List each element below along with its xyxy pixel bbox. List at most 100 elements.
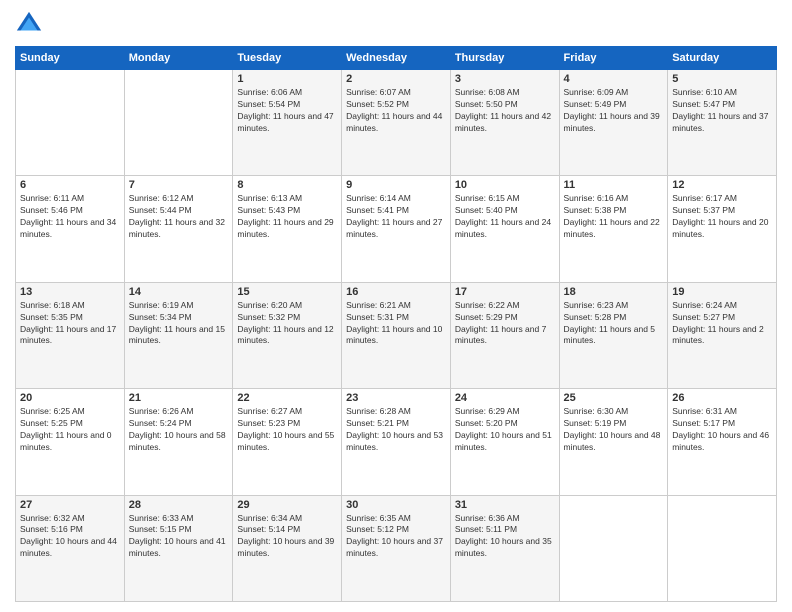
day-info: Sunrise: 6:19 AM Sunset: 5:34 PM Dayligh… (129, 300, 229, 348)
day-info: Sunrise: 6:28 AM Sunset: 5:21 PM Dayligh… (346, 406, 446, 454)
calendar-cell (16, 70, 125, 176)
day-number: 18 (564, 286, 664, 298)
calendar-cell: 15Sunrise: 6:20 AM Sunset: 5:32 PM Dayli… (233, 282, 342, 388)
calendar-cell: 2 Sunrise: 6:07 AM Sunset: 5:52 PM Daylig… (342, 70, 451, 176)
day-number: 28 (129, 499, 229, 511)
day-number: 10 (455, 179, 555, 191)
day-number: 23 (346, 392, 446, 404)
weekday-header-saturday: Saturday (668, 47, 777, 70)
day-number: 5 (672, 73, 772, 85)
day-number: 24 (455, 392, 555, 404)
calendar-cell: 6 Sunrise: 6:11 AM Sunset: 5:46 PM Daylig… (16, 176, 125, 282)
day-info: Sunrise: 6:33 AM Sunset: 5:15 PM Dayligh… (129, 513, 229, 561)
day-info: Sunrise: 6:09 AM Sunset: 5:49 PM Dayligh… (564, 87, 664, 135)
day-info: Sunrise: 6:34 AM Sunset: 5:14 PM Dayligh… (237, 513, 337, 561)
day-number: 15 (237, 286, 337, 298)
day-number: 1 (237, 73, 337, 85)
calendar-cell: 18 Sunrise: 6:23 AM Sunset: 5:28 PM Dayli… (559, 282, 668, 388)
calendar-week-row: 13Sunrise: 6:18 AM Sunset: 5:35 PM Dayli… (16, 282, 777, 388)
day-number: 22 (237, 392, 337, 404)
calendar-cell: 24 Sunrise: 6:29 AM Sunset: 5:20 PM Dayli… (450, 389, 559, 495)
day-number: 26 (672, 392, 772, 404)
calendar-cell: 9 Sunrise: 6:14 AM Sunset: 5:41 PM Daylig… (342, 176, 451, 282)
weekday-header-thursday: Thursday (450, 47, 559, 70)
day-info: Sunrise: 6:22 AM Sunset: 5:29 PM Dayligh… (455, 300, 555, 348)
calendar-cell: 29 Sunrise: 6:34 AM Sunset: 5:14 PM Dayli… (233, 495, 342, 601)
day-number: 4 (564, 73, 664, 85)
day-info: Sunrise: 6:15 AM Sunset: 5:40 PM Dayligh… (455, 193, 555, 241)
day-info: Sunrise: 6:12 AM Sunset: 5:44 PM Dayligh… (129, 193, 229, 241)
weekday-header-friday: Friday (559, 47, 668, 70)
calendar-cell: 1 Sunrise: 6:06 AM Sunset: 5:54 PM Daylig… (233, 70, 342, 176)
day-info: Sunrise: 6:25 AM Sunset: 5:25 PM Dayligh… (20, 406, 120, 454)
calendar-week-row: 6 Sunrise: 6:11 AM Sunset: 5:46 PM Daylig… (16, 176, 777, 282)
day-number: 3 (455, 73, 555, 85)
day-number: 6 (20, 179, 120, 191)
day-info: Sunrise: 6:29 AM Sunset: 5:20 PM Dayligh… (455, 406, 555, 454)
calendar-cell: 14 Sunrise: 6:19 AM Sunset: 5:34 PM Dayli… (124, 282, 233, 388)
day-info: Sunrise: 6:13 AM Sunset: 5:43 PM Dayligh… (237, 193, 337, 241)
day-number: 31 (455, 499, 555, 511)
calendar-table: SundayMondayTuesdayWednesdayThursdayFrid… (15, 46, 777, 602)
day-number: 29 (237, 499, 337, 511)
day-info: Sunrise: 6:32 AM Sunset: 5:16 PM Dayligh… (20, 513, 120, 561)
calendar-cell: 27 Sunrise: 6:32 AM Sunset: 5:16 PM Dayli… (16, 495, 125, 601)
day-number: 25 (564, 392, 664, 404)
calendar-cell: 3 Sunrise: 6:08 AM Sunset: 5:50 PM Daylig… (450, 70, 559, 176)
day-number: 14 (129, 286, 229, 298)
day-info: Sunrise: 6:26 AM Sunset: 5:24 PM Dayligh… (129, 406, 229, 454)
day-number: 16 (346, 286, 446, 298)
weekday-header-monday: Monday (124, 47, 233, 70)
calendar-header-row: SundayMondayTuesdayWednesdayThursdayFrid… (16, 47, 777, 70)
logo-icon (15, 10, 43, 38)
weekday-header-wednesday: Wednesday (342, 47, 451, 70)
calendar-cell: 26 Sunrise: 6:31 AM Sunset: 5:17 PM Dayli… (668, 389, 777, 495)
calendar-week-row: 27 Sunrise: 6:32 AM Sunset: 5:16 PM Dayli… (16, 495, 777, 601)
page: SundayMondayTuesdayWednesdayThursdayFrid… (0, 0, 792, 612)
day-number: 12 (672, 179, 772, 191)
day-info: Sunrise: 6:31 AM Sunset: 5:17 PM Dayligh… (672, 406, 772, 454)
day-number: 2 (346, 73, 446, 85)
day-info: Sunrise: 6:36 AM Sunset: 5:11 PM Dayligh… (455, 513, 555, 561)
calendar-cell: 5 Sunrise: 6:10 AM Sunset: 5:47 PM Daylig… (668, 70, 777, 176)
day-number: 7 (129, 179, 229, 191)
calendar-cell: 4 Sunrise: 6:09 AM Sunset: 5:49 PM Daylig… (559, 70, 668, 176)
day-info: Sunrise: 6:23 AM Sunset: 5:28 PM Dayligh… (564, 300, 664, 348)
day-info: Sunrise: 6:06 AM Sunset: 5:54 PM Dayligh… (237, 87, 337, 135)
calendar-cell: 12Sunrise: 6:17 AM Sunset: 5:37 PM Dayli… (668, 176, 777, 282)
day-info: Sunrise: 6:08 AM Sunset: 5:50 PM Dayligh… (455, 87, 555, 135)
calendar-cell: 17 Sunrise: 6:22 AM Sunset: 5:29 PM Dayli… (450, 282, 559, 388)
day-info: Sunrise: 6:30 AM Sunset: 5:19 PM Dayligh… (564, 406, 664, 454)
day-info: Sunrise: 6:18 AM Sunset: 5:35 PM Dayligh… (20, 300, 120, 348)
weekday-header-sunday: Sunday (16, 47, 125, 70)
calendar-cell (559, 495, 668, 601)
day-info: Sunrise: 6:14 AM Sunset: 5:41 PM Dayligh… (346, 193, 446, 241)
day-number: 20 (20, 392, 120, 404)
calendar-cell: 22 Sunrise: 6:27 AM Sunset: 5:23 PM Dayli… (233, 389, 342, 495)
day-info: Sunrise: 6:27 AM Sunset: 5:23 PM Dayligh… (237, 406, 337, 454)
calendar-cell: 30Sunrise: 6:35 AM Sunset: 5:12 PM Dayli… (342, 495, 451, 601)
day-number: 27 (20, 499, 120, 511)
calendar-cell: 13Sunrise: 6:18 AM Sunset: 5:35 PM Dayli… (16, 282, 125, 388)
day-info: Sunrise: 6:21 AM Sunset: 5:31 PM Dayligh… (346, 300, 446, 348)
day-info: Sunrise: 6:07 AM Sunset: 5:52 PM Dayligh… (346, 87, 446, 135)
calendar-week-row: 20 Sunrise: 6:25 AM Sunset: 5:25 PM Dayli… (16, 389, 777, 495)
calendar-cell (668, 495, 777, 601)
calendar-cell: 10 Sunrise: 6:15 AM Sunset: 5:40 PM Dayli… (450, 176, 559, 282)
calendar-cell: 19Sunrise: 6:24 AM Sunset: 5:27 PM Dayli… (668, 282, 777, 388)
day-info: Sunrise: 6:35 AM Sunset: 5:12 PM Dayligh… (346, 513, 446, 561)
day-info: Sunrise: 6:10 AM Sunset: 5:47 PM Dayligh… (672, 87, 772, 135)
weekday-header-tuesday: Tuesday (233, 47, 342, 70)
day-number: 9 (346, 179, 446, 191)
day-number: 17 (455, 286, 555, 298)
day-info: Sunrise: 6:11 AM Sunset: 5:46 PM Dayligh… (20, 193, 120, 241)
calendar-cell: 20 Sunrise: 6:25 AM Sunset: 5:25 PM Dayli… (16, 389, 125, 495)
calendar-cell: 16 Sunrise: 6:21 AM Sunset: 5:31 PM Dayli… (342, 282, 451, 388)
calendar-cell: 28 Sunrise: 6:33 AM Sunset: 5:15 PM Dayli… (124, 495, 233, 601)
calendar-cell: 21 Sunrise: 6:26 AM Sunset: 5:24 PM Dayli… (124, 389, 233, 495)
calendar-cell: 11Sunrise: 6:16 AM Sunset: 5:38 PM Dayli… (559, 176, 668, 282)
calendar-cell: 23 Sunrise: 6:28 AM Sunset: 5:21 PM Dayli… (342, 389, 451, 495)
day-info: Sunrise: 6:16 AM Sunset: 5:38 PM Dayligh… (564, 193, 664, 241)
day-number: 21 (129, 392, 229, 404)
calendar-cell: 25 Sunrise: 6:30 AM Sunset: 5:19 PM Dayli… (559, 389, 668, 495)
